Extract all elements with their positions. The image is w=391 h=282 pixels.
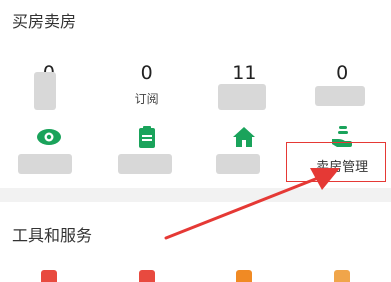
blurred-region [215, 154, 260, 174]
blurred-region [217, 84, 266, 110]
stat-browsed[interactable]: 0 [0, 62, 98, 110]
clipboard-icon [138, 126, 155, 148]
action-sell-management[interactable]: 卖房管理 [293, 120, 391, 180]
section-title: 工具和服务 [12, 226, 93, 245]
action-label: 卖房管理 [316, 160, 369, 175]
calculator-icon [40, 270, 57, 282]
section-title: 买房卖房 [12, 12, 77, 31]
stat-value: 0 [336, 62, 349, 84]
tool-item[interactable] [293, 270, 391, 282]
house-icon [233, 127, 256, 147]
tool-item[interactable] [98, 270, 196, 282]
action-subscriptions[interactable] [98, 120, 196, 180]
action-my-house[interactable] [196, 120, 294, 180]
stats-row: 0 0 订阅 11 0 [0, 62, 391, 110]
tag-icon [236, 270, 253, 282]
stat-fourth[interactable]: 0 [293, 62, 391, 110]
stat-value: 11 [232, 62, 257, 84]
tools-icons-row [0, 270, 391, 282]
actions-row: 卖房管理 [0, 120, 391, 180]
tool-item[interactable] [196, 270, 294, 282]
stat-third[interactable]: 11 [196, 62, 294, 110]
hand-coin-icon [332, 126, 353, 147]
eye-icon [36, 129, 61, 145]
sell-section-card: 买房卖房 0 0 订阅 11 0 [0, 0, 391, 188]
hourglass-icon [334, 270, 351, 282]
tool-item[interactable] [0, 270, 98, 282]
blurred-region [18, 154, 72, 174]
action-browse-history[interactable] [0, 120, 98, 180]
stat-value: 0 [140, 62, 153, 84]
blurred-region [315, 86, 366, 106]
calendar-icon [138, 270, 155, 282]
blurred-region [117, 154, 172, 174]
blurred-region [34, 72, 56, 110]
stat-label: 订阅 [134, 92, 159, 106]
stat-subscribed[interactable]: 0 订阅 [98, 62, 196, 110]
